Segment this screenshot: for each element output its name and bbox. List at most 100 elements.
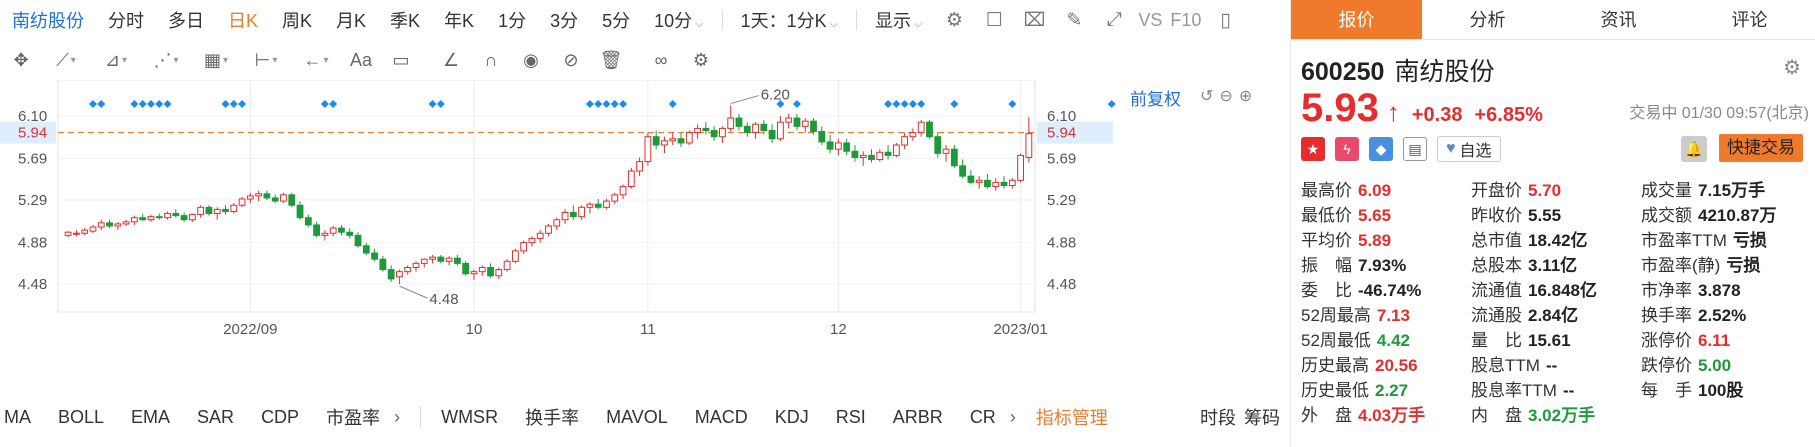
range-tool-icon[interactable]: ⊢ ▾ — [244, 45, 288, 75]
indicator-manage-button[interactable]: 指标管理 — [1036, 404, 1108, 430]
drawing-toolbar: ✥ ⟋ ▾ ⊿ ▾ ⋰ ▾ ▦ ▾ ⊢ ▾ ← ▾ Aa ▭ ∠ ∩ ◉ ⊘ 🗑 ∞ ⚙ — [0, 40, 1288, 80]
candle-body — [702, 127, 710, 131]
draw-settings-icon[interactable]: ⚙ — [684, 45, 718, 75]
stats-row: 外 盘 4.03万手 内 盘 3.02万手 — [1301, 401, 1811, 426]
sidebar-toggle-icon[interactable]: ▯ — [1212, 7, 1238, 33]
stat-value: 6.11 — [1698, 331, 1731, 350]
wave-tool-icon[interactable]: ⋰ ▾ — [144, 45, 188, 75]
link-icon[interactable]: ∞ — [644, 45, 678, 75]
tab-yearly-k[interactable]: 年K — [432, 7, 486, 33]
tab-weekly-k[interactable]: 周K — [270, 7, 324, 33]
bell-icon[interactable]: 🔔 — [1681, 136, 1707, 162]
stats-row: 委 比 -46.74% 流通值 16.848亿 市净率 3.878 — [1301, 276, 1811, 301]
tab-daily-k[interactable]: 日K — [216, 7, 270, 33]
tab-3min[interactable]: 3分 — [538, 7, 590, 33]
indicator-ema[interactable]: EMA — [131, 407, 170, 428]
fuquan-toggle[interactable]: 前复权 — [1130, 85, 1181, 110]
kline-svg[interactable]: 2022/09 10 11 12 2023/016.10 6.105.69 5.695.29… — [0, 79, 1288, 386]
fullscreen-icon[interactable]: ⤢ — [1101, 7, 1127, 33]
zoom-out-icon[interactable]: ⊖ — [1219, 86, 1232, 106]
f10-button[interactable]: F10 — [1166, 10, 1205, 31]
candle-body — [801, 120, 809, 127]
indicator-mavol[interactable]: MAVOL — [606, 407, 668, 428]
tab-analysis[interactable]: 分析 — [1422, 0, 1553, 39]
indicator-turnover[interactable]: 换手率 — [525, 404, 579, 430]
arrow-up-icon: ↑ — [1386, 97, 1400, 127]
candle-body — [437, 256, 445, 262]
add-watchlist-button[interactable]: ♥ 自选 — [1437, 136, 1501, 162]
indicator-pe[interactable]: 市盈率 — [326, 404, 380, 430]
indicator-ma[interactable]: MA — [4, 407, 31, 428]
stat-value: -- — [1545, 356, 1558, 375]
text-tool-icon[interactable]: Aa — [344, 45, 378, 75]
event-marker — [619, 100, 628, 108]
reset-icon[interactable]: ↺ — [1200, 86, 1213, 106]
tag-icon[interactable]: ◆ — [1369, 137, 1393, 161]
indicator-kdj[interactable]: KDJ — [775, 407, 809, 428]
polyline-tool-icon[interactable]: ⊿ ▾ — [94, 45, 138, 75]
magnet-icon[interactable]: ∩ — [474, 45, 508, 75]
angle-icon[interactable]: ∠ — [434, 45, 468, 75]
indicator-rsi[interactable]: RSI — [836, 407, 866, 428]
candle-body — [89, 226, 97, 232]
eye-icon[interactable]: ◉ — [514, 45, 548, 75]
tab-multiday[interactable]: 多日 — [156, 7, 216, 33]
candle-body — [106, 222, 113, 227]
indicator-cr[interactable]: CR — [970, 407, 996, 428]
watchlist-label: 自选 — [1459, 143, 1492, 160]
stat-cell: 市盈率(静) 亏损 — [1641, 251, 1811, 276]
indicator-macd[interactable]: MACD — [695, 407, 748, 428]
stat-value: 2.27 — [1375, 381, 1409, 400]
chips-button[interactable]: 筹码 — [1244, 404, 1280, 430]
candle-body — [942, 148, 950, 154]
fib-tool-icon[interactable]: ▦ ▾ — [194, 45, 238, 75]
tab-timeshare[interactable]: 分时 — [96, 7, 156, 33]
pencil-icon[interactable]: ✎ — [1061, 7, 1087, 33]
tab-comments[interactable]: 评论 — [1684, 0, 1815, 39]
stock-name-tab[interactable]: 南纺股份 — [0, 7, 96, 33]
tab-quote[interactable]: 报价 — [1291, 0, 1422, 39]
indicator-sar[interactable]: SAR — [197, 407, 234, 428]
color-square-icon[interactable]: ☐ — [981, 7, 1007, 33]
chevron-right-icon[interactable]: › — [394, 407, 400, 428]
period-select[interactable]: 1天：1分K — [729, 7, 850, 33]
indicator-arbr[interactable]: ARBR — [893, 407, 943, 428]
timeslot-button[interactable]: 时段 — [1200, 404, 1236, 430]
tab-news[interactable]: 资讯 — [1553, 0, 1684, 39]
indicator-wmsr[interactable]: WMSR — [441, 407, 498, 428]
chevron-right-icon[interactable]: › — [1010, 407, 1016, 428]
hide-icon[interactable]: ⊘ — [554, 45, 588, 75]
kline-chart[interactable]: 2022/09 10 11 12 2023/01 6.10 6.10 5.69 5.69 5.29… — [0, 79, 1288, 386]
quick-trade-button[interactable]: 快捷交易 — [1719, 134, 1803, 162]
stat-cell: 总股本 3.11亿 — [1471, 251, 1641, 276]
display-menu[interactable]: 显示 — [863, 7, 934, 33]
candle-body — [727, 117, 735, 129]
lightning-icon[interactable]: ϟ — [1335, 137, 1359, 161]
gear-icon[interactable]: ⚙ — [1783, 55, 1801, 80]
indicator-cdp[interactable]: CDP — [261, 407, 299, 428]
stat-label: 最低价 — [1301, 206, 1352, 225]
candle-body — [934, 136, 942, 154]
line-tool-icon[interactable]: ⟋ ▾ — [44, 45, 88, 75]
event-marker — [668, 100, 677, 108]
arrow-tool-icon[interactable]: ← ▾ — [294, 45, 338, 75]
y-tick-label: 5.69 — [18, 151, 47, 168]
tab-quarterly-k[interactable]: 季K — [378, 7, 432, 33]
indicator-boll[interactable]: BOLL — [58, 407, 104, 428]
tab-10min[interactable]: 10分 — [642, 7, 715, 33]
comment-icon[interactable]: ▭ — [384, 45, 418, 75]
tab-5min[interactable]: 5分 — [590, 7, 642, 33]
camera-icon[interactable]: ⌧ — [1021, 7, 1047, 33]
zoom-in-icon[interactable]: ⊕ — [1239, 86, 1252, 106]
trash-icon[interactable]: 🗑 — [594, 45, 628, 75]
vs-button[interactable]: VS — [1134, 10, 1166, 31]
move-icon[interactable]: ✥ — [4, 45, 38, 75]
tab-1min[interactable]: 1分 — [486, 7, 538, 33]
candle-body — [97, 222, 105, 228]
stat-label: 量 比 — [1471, 331, 1522, 350]
gear-icon[interactable]: ⚙ — [941, 7, 967, 33]
note-icon[interactable]: ▤ — [1403, 137, 1427, 161]
tab-monthly-k[interactable]: 月K — [324, 7, 378, 33]
stat-label: 成交额 — [1641, 206, 1692, 225]
stat-value: 3.878 — [1698, 281, 1741, 300]
